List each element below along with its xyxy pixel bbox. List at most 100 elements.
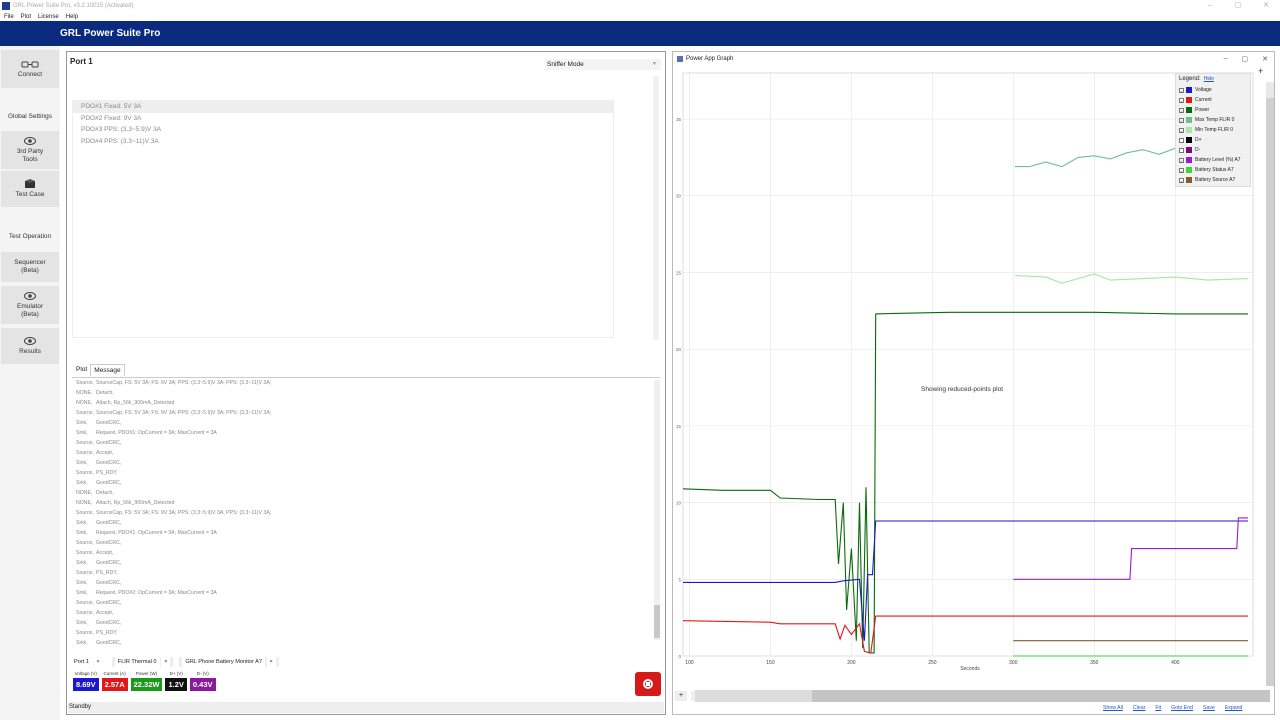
message-row[interactable]: Source, PS_RDY, <box>72 568 660 578</box>
checkbox-checked-icon[interactable]: ✓ <box>1179 167 1184 174</box>
message-row[interactable]: Source, GoodCRC, <box>72 598 660 608</box>
message-row[interactable]: Sink, Request, PDO#1; OpCurrent = 3A; Max… <box>72 528 660 538</box>
tab-flir-thermal[interactable]: FLIR Thermal 0 × <box>111 657 174 667</box>
clear-link[interactable]: Clear <box>1133 705 1145 711</box>
save-link[interactable]: Save <box>1203 705 1215 711</box>
legend-item[interactable]: D- <box>1179 145 1247 155</box>
tab-battery-monitor[interactable]: GRL Phone Battery Monitor A7 × <box>179 657 279 667</box>
nav-sequencer[interactable]: Sequencer (Beta) <box>1 252 59 282</box>
message-row[interactable]: Sink, GoodCRC, <box>72 578 660 588</box>
message-row[interactable]: Sink, GoodCRC, <box>72 638 660 648</box>
message-source: Source, <box>76 410 94 416</box>
message-row[interactable]: Sink, GoodCRC, <box>72 418 660 428</box>
message-row[interactable]: NONE, Detach, <box>72 488 660 498</box>
message-row[interactable]: Sink, Request, PDO#1; OpCurrent = 3A; Max… <box>72 428 660 438</box>
nav-test-case[interactable]: Test Case <box>1 171 59 207</box>
close-icon[interactable]: × <box>266 657 276 667</box>
message-row[interactable]: Source, Accept, <box>72 548 660 558</box>
tab-port-1[interactable]: Port 1 × <box>68 657 106 667</box>
scrollbar-thumb[interactable] <box>812 690 1270 702</box>
message-scrollbar[interactable] <box>654 380 660 640</box>
scrollbar-thumb[interactable] <box>654 605 660 638</box>
menu-license[interactable]: License <box>38 14 59 20</box>
message-row[interactable]: Source, PS_RDY, <box>72 468 660 478</box>
message-row[interactable]: Source, Accept, <box>72 608 660 618</box>
nav-test-operation[interactable]: Test Operation <box>0 233 60 240</box>
menu-file[interactable]: File <box>4 14 14 20</box>
tab-plot[interactable]: Plot <box>73 364 90 376</box>
checkbox-checked-icon[interactable]: ✓ <box>1179 157 1184 164</box>
pdo-item[interactable]: PDO#2 Fixed: 9V 3A <box>73 113 613 125</box>
pdo-item[interactable]: PDO#3 PPS: (3.3~5.9)V 3A <box>73 124 613 136</box>
checkbox-icon[interactable] <box>1179 147 1184 153</box>
message-row[interactable]: Sink, GoodCRC, <box>72 618 660 628</box>
nav-global-settings[interactable]: Global Settings <box>0 113 60 120</box>
checkbox-checked-icon[interactable]: ✓ <box>1179 117 1184 124</box>
pdo-item[interactable]: PDO#4 PPS: (3.3~11)V 3A <box>73 136 613 148</box>
mode-select[interactable]: Sniffer Mode ▼ <box>545 59 661 70</box>
message-row[interactable]: Source, SourceCap, FS: 5V 3A; FS: 9V 3A; … <box>72 408 660 418</box>
message-row[interactable]: NONE, Detach, <box>72 388 660 398</box>
nav-emulator[interactable]: Emulator (Beta) <box>1 286 59 324</box>
message-source: Source, <box>76 470 94 476</box>
minimize-button[interactable]: – <box>1196 0 1224 12</box>
fit-link[interactable]: Fit <box>1155 705 1161 711</box>
legend-item[interactable]: ✓ Battery Status A7 <box>1179 165 1247 175</box>
message-row[interactable]: Source, SourceCap, FS: 5V 3A; FS: 9V 3A; … <box>72 508 660 518</box>
graph-minimize-button[interactable]: – <box>1224 55 1228 63</box>
checkbox-checked-icon[interactable]: ✓ <box>1179 177 1184 184</box>
menu-help[interactable]: Help <box>66 14 78 20</box>
show-all-link[interactable]: Show All <box>1103 705 1123 711</box>
graph-horizontal-scrollbar[interactable] <box>695 690 1270 702</box>
checkbox-checked-icon[interactable]: ✓ <box>1179 97 1184 104</box>
message-row[interactable]: Source, GoodCRC, <box>72 538 660 548</box>
message-row[interactable]: Sink, GoodCRC, <box>72 518 660 528</box>
legend-item[interactable]: ✓ Max Temp FLIR 0 <box>1179 115 1247 125</box>
goto-end-link[interactable]: Goto End <box>1171 705 1193 711</box>
message-row[interactable]: Sink, GoodCRC, <box>72 478 660 488</box>
scrollbar-thumb[interactable] <box>1266 98 1274 686</box>
legend-item[interactable]: D+ <box>1179 135 1247 145</box>
pdo-scrollbar[interactable] <box>653 76 659 340</box>
zoom-in-button[interactable]: + <box>675 691 687 701</box>
graph-close-button[interactable]: ✕ <box>1262 55 1268 63</box>
graph-vertical-scrollbar[interactable] <box>1266 82 1274 686</box>
legend-swatch <box>1186 117 1192 123</box>
legend-hide-link[interactable]: Hide <box>1204 76 1214 82</box>
message-row[interactable]: Source, Accept, <box>72 448 660 458</box>
left-nav: Connect Global Settings 3rd Party Tools … <box>0 46 60 720</box>
legend-item[interactable]: ✓ Current <box>1179 95 1247 105</box>
legend-item[interactable]: ✓ Battery Source A7 <box>1179 175 1247 185</box>
nav-3rd-party-label: 3rd Party Tools <box>16 148 44 163</box>
message-row[interactable]: Sink, GoodCRC, <box>72 558 660 568</box>
close-icon[interactable]: × <box>93 657 103 667</box>
pdo-item[interactable]: PDO#1 Fixed: 5V 3A <box>73 101 613 113</box>
expand-link[interactable]: Expand <box>1225 705 1243 711</box>
message-row[interactable]: Sink, GoodCRC, <box>72 458 660 468</box>
nav-results[interactable]: Results <box>1 328 59 364</box>
message-text: Accept, <box>96 550 114 556</box>
close-icon[interactable]: × <box>161 657 171 667</box>
message-row[interactable]: Source, GoodCRC, <box>72 438 660 448</box>
legend-item[interactable]: ✓ Power <box>1179 105 1247 115</box>
tab-message[interactable]: Message <box>90 364 125 376</box>
close-button[interactable]: ✕ <box>1252 0 1280 12</box>
checkbox-checked-icon[interactable]: ✓ <box>1179 107 1184 114</box>
legend-item[interactable]: ✓ Battery Level (%) A7 <box>1179 155 1247 165</box>
message-row[interactable]: NONE, Attach, Rp_56k_900mA_Detected <box>72 398 660 408</box>
stop-button[interactable] <box>635 672 661 696</box>
legend-item[interactable]: ✓ Min Temp FLIR 0 <box>1179 125 1247 135</box>
message-row[interactable]: NONE, Attach, Rp_56k_900mA_Detected <box>72 498 660 508</box>
graph-maximize-button[interactable]: ▢ <box>1242 55 1249 63</box>
checkbox-icon[interactable] <box>1179 137 1184 143</box>
menu-plot[interactable]: Plot <box>21 14 31 20</box>
checkbox-checked-icon[interactable]: ✓ <box>1179 127 1184 134</box>
message-row[interactable]: Source, SourceCap, FS: 5V 3A; FS: 9V 3A; … <box>72 378 660 388</box>
nav-3rd-party-tools[interactable]: 3rd Party Tools <box>1 131 59 169</box>
maximize-button[interactable]: ▢ <box>1224 0 1252 12</box>
legend-item[interactable]: ✓ Voltage <box>1179 85 1247 95</box>
message-row[interactable]: Sink, Request, PDO#2; OpCurrent = 3A; Max… <box>72 588 660 598</box>
nav-connect[interactable]: Connect <box>1 50 59 88</box>
checkbox-checked-icon[interactable]: ✓ <box>1179 87 1184 94</box>
message-row[interactable]: Source, PS_RDY, <box>72 628 660 638</box>
